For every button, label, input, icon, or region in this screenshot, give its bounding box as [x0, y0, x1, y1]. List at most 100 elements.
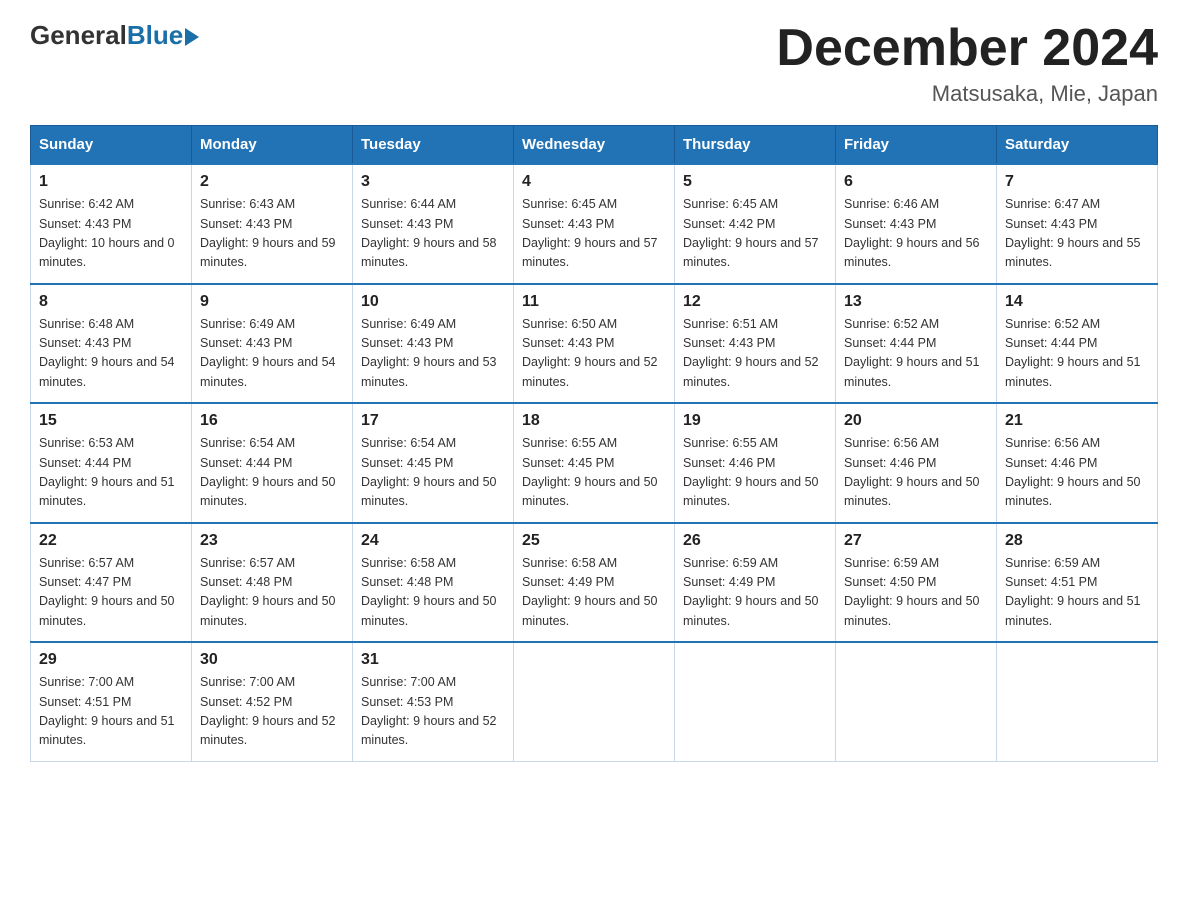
calendar-cell: 23 Sunrise: 6:57 AMSunset: 4:48 PMDaylig… [192, 523, 353, 643]
day-number: 23 [200, 532, 344, 550]
day-number: 13 [844, 293, 988, 311]
day-info: Sunrise: 6:49 AMSunset: 4:43 PMDaylight:… [361, 317, 497, 389]
day-info: Sunrise: 6:47 AMSunset: 4:43 PMDaylight:… [1005, 197, 1141, 269]
calendar-cell: 13 Sunrise: 6:52 AMSunset: 4:44 PMDaylig… [836, 284, 997, 404]
page-header: General Blue December 2024 Matsusaka, Mi… [30, 20, 1158, 107]
day-number: 17 [361, 412, 505, 430]
day-number: 8 [39, 293, 183, 311]
day-info: Sunrise: 6:59 AMSunset: 4:51 PMDaylight:… [1005, 556, 1141, 628]
calendar-cell: 26 Sunrise: 6:59 AMSunset: 4:49 PMDaylig… [675, 523, 836, 643]
calendar-cell: 27 Sunrise: 6:59 AMSunset: 4:50 PMDaylig… [836, 523, 997, 643]
day-number: 14 [1005, 293, 1149, 311]
day-number: 20 [844, 412, 988, 430]
day-number: 3 [361, 173, 505, 191]
day-info: Sunrise: 6:49 AMSunset: 4:43 PMDaylight:… [200, 317, 336, 389]
calendar-cell [836, 642, 997, 761]
calendar-table: SundayMondayTuesdayWednesdayThursdayFrid… [30, 125, 1158, 762]
calendar-cell: 19 Sunrise: 6:55 AMSunset: 4:46 PMDaylig… [675, 403, 836, 523]
calendar-cell: 25 Sunrise: 6:58 AMSunset: 4:49 PMDaylig… [514, 523, 675, 643]
header-row: SundayMondayTuesdayWednesdayThursdayFrid… [31, 126, 1158, 165]
day-info: Sunrise: 6:43 AMSunset: 4:43 PMDaylight:… [200, 197, 336, 269]
day-info: Sunrise: 6:52 AMSunset: 4:44 PMDaylight:… [844, 317, 980, 389]
day-info: Sunrise: 7:00 AMSunset: 4:53 PMDaylight:… [361, 675, 497, 747]
day-number: 1 [39, 173, 183, 191]
day-number: 2 [200, 173, 344, 191]
calendar-cell: 7 Sunrise: 6:47 AMSunset: 4:43 PMDayligh… [997, 164, 1158, 284]
day-number: 4 [522, 173, 666, 191]
calendar-cell: 15 Sunrise: 6:53 AMSunset: 4:44 PMDaylig… [31, 403, 192, 523]
day-info: Sunrise: 6:56 AMSunset: 4:46 PMDaylight:… [844, 436, 980, 508]
day-info: Sunrise: 6:59 AMSunset: 4:49 PMDaylight:… [683, 556, 819, 628]
calendar-cell: 1 Sunrise: 6:42 AMSunset: 4:43 PMDayligh… [31, 164, 192, 284]
day-info: Sunrise: 6:53 AMSunset: 4:44 PMDaylight:… [39, 436, 175, 508]
day-info: Sunrise: 6:42 AMSunset: 4:43 PMDaylight:… [39, 197, 175, 269]
day-info: Sunrise: 6:52 AMSunset: 4:44 PMDaylight:… [1005, 317, 1141, 389]
calendar-cell: 3 Sunrise: 6:44 AMSunset: 4:43 PMDayligh… [353, 164, 514, 284]
calendar-cell: 5 Sunrise: 6:45 AMSunset: 4:42 PMDayligh… [675, 164, 836, 284]
logo-general-text: General [30, 20, 127, 51]
day-number: 5 [683, 173, 827, 191]
week-row-3: 15 Sunrise: 6:53 AMSunset: 4:44 PMDaylig… [31, 403, 1158, 523]
header-cell-saturday: Saturday [997, 126, 1158, 165]
day-number: 7 [1005, 173, 1149, 191]
day-number: 28 [1005, 532, 1149, 550]
calendar-cell [675, 642, 836, 761]
day-number: 21 [1005, 412, 1149, 430]
day-info: Sunrise: 6:57 AMSunset: 4:48 PMDaylight:… [200, 556, 336, 628]
day-info: Sunrise: 6:44 AMSunset: 4:43 PMDaylight:… [361, 197, 497, 269]
calendar-cell: 11 Sunrise: 6:50 AMSunset: 4:43 PMDaylig… [514, 284, 675, 404]
day-info: Sunrise: 7:00 AMSunset: 4:52 PMDaylight:… [200, 675, 336, 747]
header-cell-sunday: Sunday [31, 126, 192, 165]
day-number: 24 [361, 532, 505, 550]
day-number: 16 [200, 412, 344, 430]
day-info: Sunrise: 6:54 AMSunset: 4:45 PMDaylight:… [361, 436, 497, 508]
logo: General Blue [30, 20, 199, 51]
week-row-5: 29 Sunrise: 7:00 AMSunset: 4:51 PMDaylig… [31, 642, 1158, 761]
day-number: 25 [522, 532, 666, 550]
day-info: Sunrise: 6:56 AMSunset: 4:46 PMDaylight:… [1005, 436, 1141, 508]
day-info: Sunrise: 6:51 AMSunset: 4:43 PMDaylight:… [683, 317, 819, 389]
calendar-cell: 12 Sunrise: 6:51 AMSunset: 4:43 PMDaylig… [675, 284, 836, 404]
day-number: 18 [522, 412, 666, 430]
calendar-cell: 30 Sunrise: 7:00 AMSunset: 4:52 PMDaylig… [192, 642, 353, 761]
calendar-cell [514, 642, 675, 761]
calendar-cell: 24 Sunrise: 6:58 AMSunset: 4:48 PMDaylig… [353, 523, 514, 643]
day-number: 9 [200, 293, 344, 311]
day-info: Sunrise: 6:46 AMSunset: 4:43 PMDaylight:… [844, 197, 980, 269]
calendar-cell: 2 Sunrise: 6:43 AMSunset: 4:43 PMDayligh… [192, 164, 353, 284]
calendar-cell: 22 Sunrise: 6:57 AMSunset: 4:47 PMDaylig… [31, 523, 192, 643]
day-info: Sunrise: 6:59 AMSunset: 4:50 PMDaylight:… [844, 556, 980, 628]
calendar-cell: 20 Sunrise: 6:56 AMSunset: 4:46 PMDaylig… [836, 403, 997, 523]
calendar-cell: 31 Sunrise: 7:00 AMSunset: 4:53 PMDaylig… [353, 642, 514, 761]
calendar-cell: 8 Sunrise: 6:48 AMSunset: 4:43 PMDayligh… [31, 284, 192, 404]
location-text: Matsusaka, Mie, Japan [776, 81, 1158, 107]
day-number: 12 [683, 293, 827, 311]
header-cell-monday: Monday [192, 126, 353, 165]
day-info: Sunrise: 6:57 AMSunset: 4:47 PMDaylight:… [39, 556, 175, 628]
week-row-4: 22 Sunrise: 6:57 AMSunset: 4:47 PMDaylig… [31, 523, 1158, 643]
calendar-cell: 14 Sunrise: 6:52 AMSunset: 4:44 PMDaylig… [997, 284, 1158, 404]
day-number: 29 [39, 651, 183, 669]
header-cell-friday: Friday [836, 126, 997, 165]
header-cell-tuesday: Tuesday [353, 126, 514, 165]
day-info: Sunrise: 6:50 AMSunset: 4:43 PMDaylight:… [522, 317, 658, 389]
day-number: 11 [522, 293, 666, 311]
logo-arrow-icon [185, 28, 199, 46]
week-row-1: 1 Sunrise: 6:42 AMSunset: 4:43 PMDayligh… [31, 164, 1158, 284]
header-cell-thursday: Thursday [675, 126, 836, 165]
calendar-cell: 21 Sunrise: 6:56 AMSunset: 4:46 PMDaylig… [997, 403, 1158, 523]
calendar-cell [997, 642, 1158, 761]
month-title: December 2024 [776, 20, 1158, 77]
calendar-cell: 9 Sunrise: 6:49 AMSunset: 4:43 PMDayligh… [192, 284, 353, 404]
calendar-cell: 17 Sunrise: 6:54 AMSunset: 4:45 PMDaylig… [353, 403, 514, 523]
day-info: Sunrise: 6:45 AMSunset: 4:43 PMDaylight:… [522, 197, 658, 269]
day-info: Sunrise: 6:58 AMSunset: 4:49 PMDaylight:… [522, 556, 658, 628]
day-info: Sunrise: 6:55 AMSunset: 4:45 PMDaylight:… [522, 436, 658, 508]
day-info: Sunrise: 6:58 AMSunset: 4:48 PMDaylight:… [361, 556, 497, 628]
day-number: 19 [683, 412, 827, 430]
day-number: 22 [39, 532, 183, 550]
calendar-cell: 18 Sunrise: 6:55 AMSunset: 4:45 PMDaylig… [514, 403, 675, 523]
day-info: Sunrise: 6:54 AMSunset: 4:44 PMDaylight:… [200, 436, 336, 508]
day-number: 27 [844, 532, 988, 550]
calendar-cell: 16 Sunrise: 6:54 AMSunset: 4:44 PMDaylig… [192, 403, 353, 523]
